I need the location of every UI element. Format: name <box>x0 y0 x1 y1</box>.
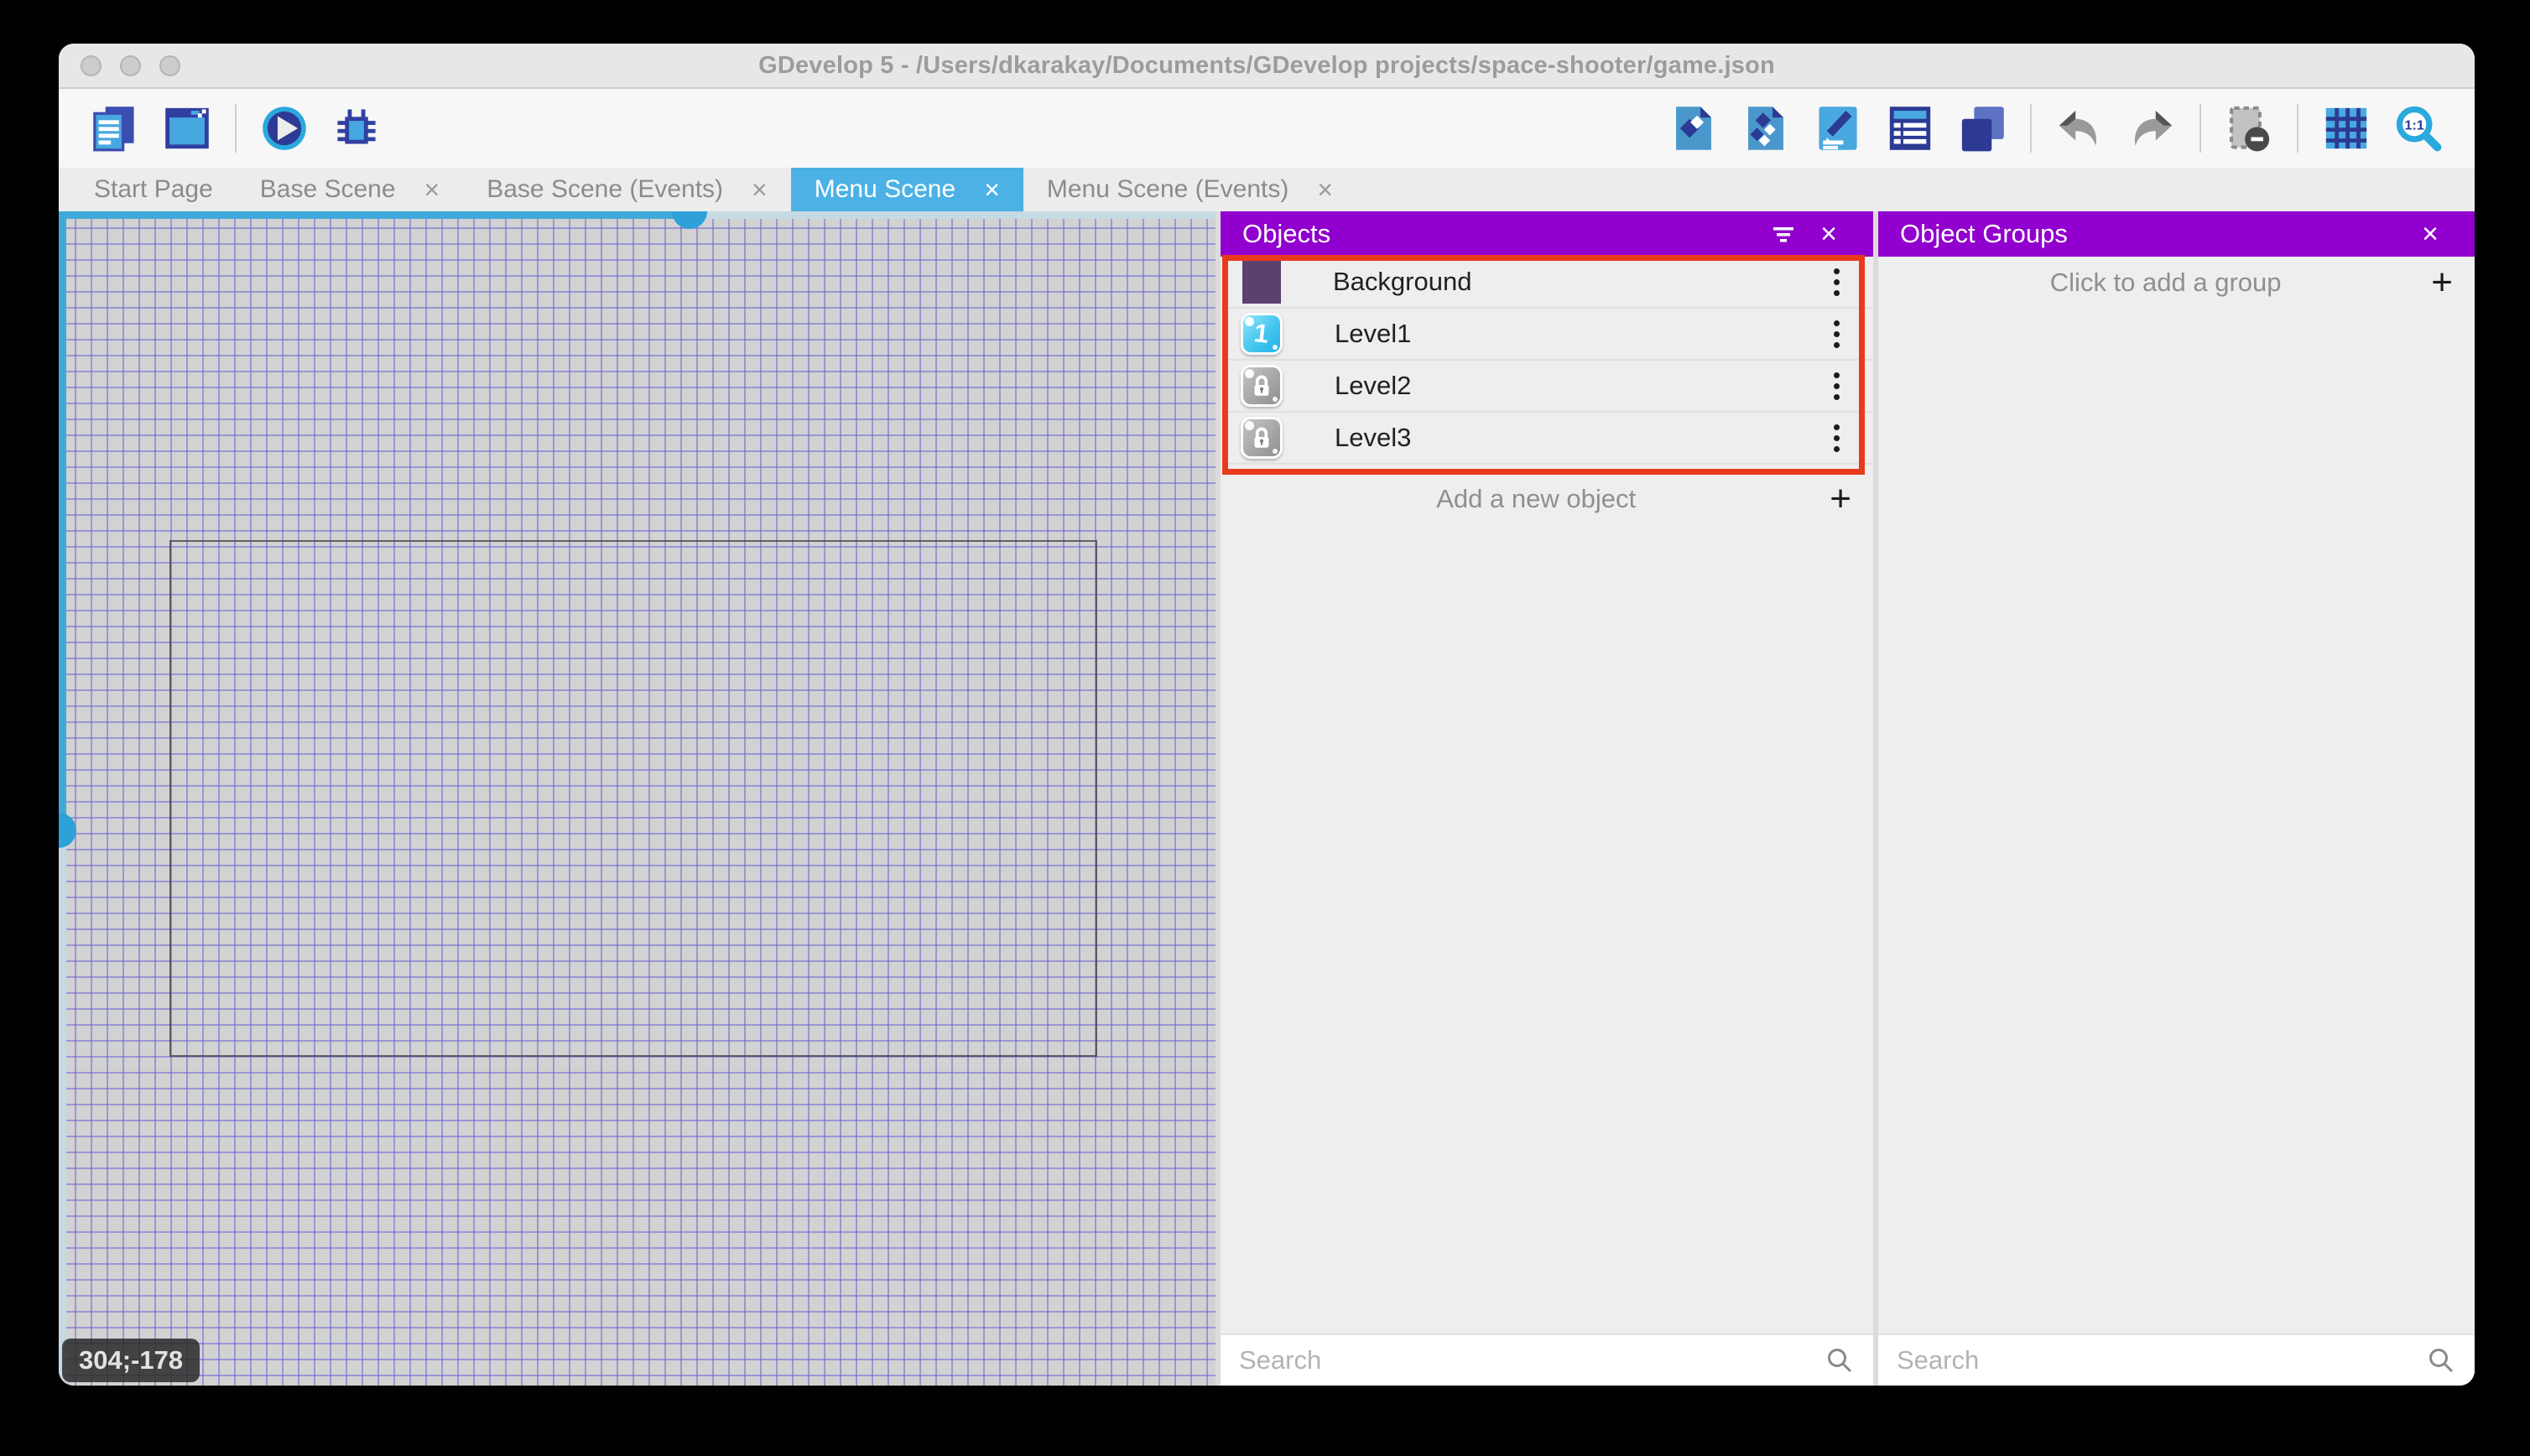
zoom-ratio-label: 1:1 <box>2405 118 2424 133</box>
grid-icon[interactable] <box>2320 102 2372 154</box>
add-object-row[interactable]: Add a new object + <box>1221 473 1873 525</box>
lock-icon <box>1241 365 1283 407</box>
layers-icon[interactable] <box>1956 102 2008 154</box>
object-groups-panel-header: Object Groups × <box>1878 211 2475 257</box>
object-row-level3[interactable]: Level3 <box>1221 413 1873 465</box>
preview-window-icon[interactable] <box>161 102 213 154</box>
close-icon[interactable]: × <box>2408 211 2453 257</box>
toolbar-left-group <box>79 102 393 154</box>
zoom-original-icon[interactable]: 1:1 <box>2392 102 2444 154</box>
project-manager-icon[interactable] <box>89 102 141 154</box>
objects-search-bar <box>1221 1334 1873 1386</box>
app-window: GDevelop 5 - /Users/dkarakay/Documents/G… <box>59 44 2475 1386</box>
plus-icon[interactable]: + <box>1830 481 1851 517</box>
filter-icon[interactable] <box>1761 211 1806 257</box>
add-object-label: Add a new object <box>1436 484 1637 513</box>
object-name: Background <box>1333 267 1472 296</box>
close-icon[interactable]: × <box>984 176 1000 203</box>
minimize-window-button[interactable] <box>120 55 141 76</box>
toolbar-separator <box>2297 104 2298 153</box>
object-groups-editor-icon[interactable] <box>1740 102 1792 154</box>
kebab-menu-icon[interactable] <box>1818 263 1855 300</box>
horizontal-scrollbar-thumb[interactable] <box>672 211 707 229</box>
kebab-menu-icon[interactable] <box>1818 315 1855 352</box>
close-window-button[interactable] <box>81 55 102 76</box>
tab-label: Base Scene <box>259 175 396 203</box>
properties-icon[interactable] <box>1812 102 1864 154</box>
add-group-row[interactable]: Click to add a group + <box>1878 257 2475 309</box>
toolbar: 1:1 <box>59 89 2475 168</box>
tab-bar: Start Page Base Scene × Base Scene (Even… <box>59 168 2475 211</box>
instances-list-icon[interactable] <box>1884 102 1936 154</box>
kebab-menu-icon[interactable] <box>1818 367 1855 404</box>
tab-base-scene-events[interactable]: Base Scene (Events) × <box>463 168 791 211</box>
play-icon[interactable] <box>258 102 310 154</box>
object-row-background[interactable]: Background <box>1221 257 1873 309</box>
objects-panel: Objects × Background 1 Level1 Level2 Lev… <box>1221 211 1873 1386</box>
render-mask-icon[interactable] <box>2223 102 2275 154</box>
objects-list: Background 1 Level1 Level2 Level3 <box>1221 257 1873 465</box>
horizontal-scrollbar[interactable] <box>59 211 1216 229</box>
lock-icon <box>1241 417 1283 459</box>
groups-search-bar <box>1878 1334 2475 1386</box>
close-icon[interactable]: × <box>752 176 768 203</box>
close-icon[interactable]: × <box>424 176 440 203</box>
traffic-lights <box>81 55 180 76</box>
tab-menu-scene[interactable]: Menu Scene × <box>790 168 1023 211</box>
scene-canvas[interactable]: 304;-178 <box>59 211 1216 1386</box>
tab-label: Menu Scene (Events) <box>1046 175 1289 203</box>
plus-icon[interactable]: + <box>2431 264 2453 301</box>
toolbar-separator <box>235 104 237 153</box>
vertical-scrollbar-thumb[interactable] <box>59 813 76 848</box>
redo-icon[interactable] <box>2126 102 2178 154</box>
close-icon[interactable]: × <box>1806 211 1851 257</box>
tab-label: Menu Scene <box>814 175 956 203</box>
tab-label: Start Page <box>94 175 213 203</box>
tab-menu-scene-events[interactable]: Menu Scene (Events) × <box>1023 168 1356 211</box>
toolbar-right-group: 1:1 <box>1658 102 2455 154</box>
objects-panel-title: Objects <box>1242 219 1331 248</box>
toolbar-separator <box>2030 104 2032 153</box>
window-title: GDevelop 5 - /Users/dkarakay/Documents/G… <box>758 51 1775 79</box>
toolbar-separator <box>2199 104 2201 153</box>
level1-button-icon: 1 <box>1241 313 1283 355</box>
search-icon <box>1828 1349 1852 1373</box>
tab-start-page[interactable]: Start Page <box>70 168 237 211</box>
zoom-window-button[interactable] <box>159 55 180 76</box>
object-groups-panel: Object Groups × Click to add a group + <box>1878 211 2475 1386</box>
object-row-level1[interactable]: 1 Level1 <box>1221 309 1873 361</box>
vertical-scrollbar[interactable] <box>59 211 76 1386</box>
object-name: Level1 <box>1335 319 1412 348</box>
object-groups-panel-title: Object Groups <box>1900 219 2068 248</box>
search-icon <box>2429 1349 2454 1373</box>
tab-label: Base Scene (Events) <box>487 175 724 203</box>
close-icon[interactable]: × <box>1317 176 1333 203</box>
groups-search-input[interactable] <box>1897 1345 2426 1375</box>
cursor-coordinates-badge: 304;-178 <box>62 1339 200 1382</box>
kebab-menu-icon[interactable] <box>1818 419 1855 456</box>
content-area: 304;-178 Objects × Background 1 Level1 L… <box>59 211 2475 1386</box>
object-name: Level2 <box>1335 371 1412 400</box>
background-thumbnail-icon <box>1242 260 1281 304</box>
debug-icon[interactable] <box>331 102 383 154</box>
objects-editor-icon[interactable] <box>1668 102 1720 154</box>
object-row-level2[interactable]: Level2 <box>1221 361 1873 413</box>
undo-icon[interactable] <box>2054 102 2106 154</box>
objects-search-input[interactable] <box>1239 1345 1825 1375</box>
level1-number: 1 <box>1252 318 1271 349</box>
add-group-label: Click to add a group <box>2049 268 2282 297</box>
tab-base-scene[interactable]: Base Scene × <box>237 168 463 211</box>
objects-panel-header: Objects × <box>1221 211 1873 257</box>
scene-window-frame <box>169 540 1097 1057</box>
titlebar: GDevelop 5 - /Users/dkarakay/Documents/G… <box>59 44 2475 89</box>
object-name: Level3 <box>1335 423 1412 452</box>
